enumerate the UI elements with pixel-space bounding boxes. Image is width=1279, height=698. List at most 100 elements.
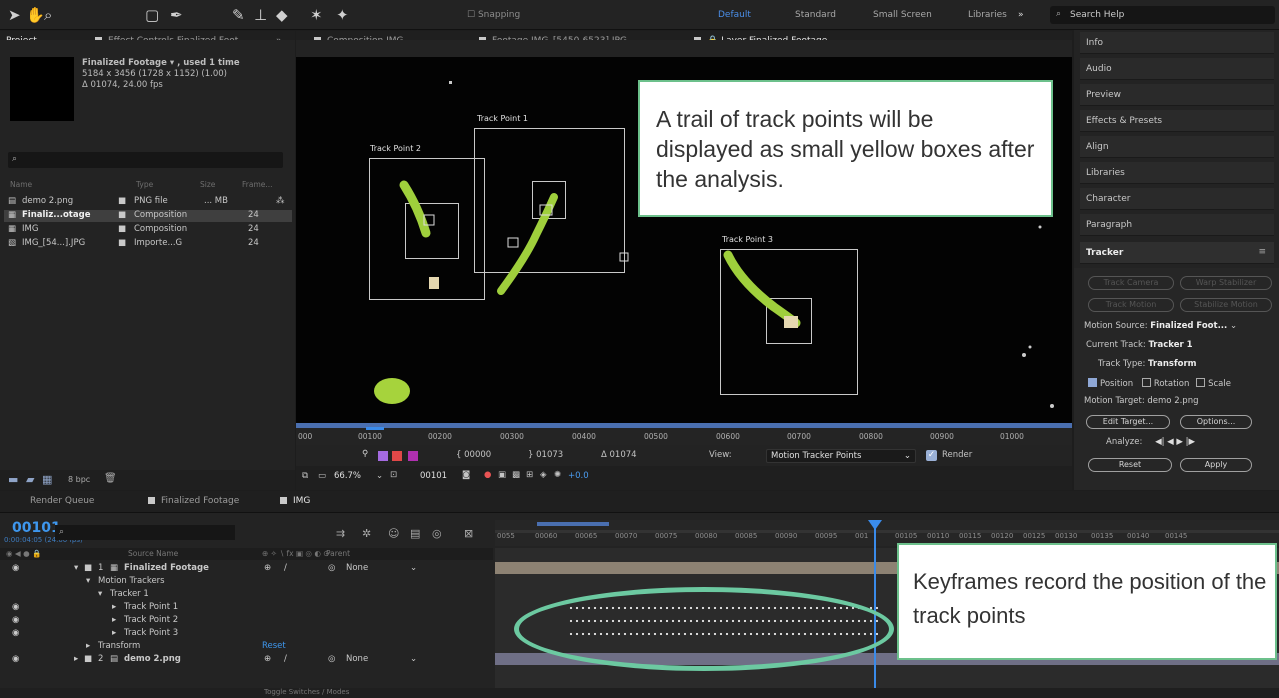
tab-img[interactable]: IMG xyxy=(280,496,310,506)
panel-effects-presets[interactable]: Effects & Presets xyxy=(1080,110,1274,132)
panel-character[interactable]: Character xyxy=(1080,188,1274,210)
interpret-footage-icon[interactable]: ▬ xyxy=(8,473,18,486)
workspace-standard[interactable]: Standard xyxy=(795,10,836,20)
exposure-value[interactable]: +0.0 xyxy=(568,471,589,481)
channel-icon[interactable]: ● xyxy=(484,470,491,480)
project-item[interactable]: ▦ Finaliz...otage ■ Composition 24 xyxy=(4,210,292,222)
timeline-timecode[interactable]: 00101 xyxy=(12,520,61,536)
visibility-eye-icon[interactable]: ◉ xyxy=(12,563,19,573)
draft-3d-icon[interactable]: ✲ xyxy=(362,527,371,540)
tab-render-queue[interactable]: Render Queue xyxy=(30,496,94,506)
pickwhip-icon[interactable]: ◎ xyxy=(328,563,335,573)
col-source-name[interactable]: Source Name xyxy=(128,549,178,558)
render-checkbox[interactable]: ✓ xyxy=(926,450,937,461)
expand-arrow-icon[interactable]: ▸ xyxy=(112,628,116,638)
chevron-down-icon[interactable]: ⌄ xyxy=(410,654,417,664)
expand-arrow-icon[interactable]: ▸ xyxy=(112,615,116,625)
col-size[interactable]: Size xyxy=(200,180,215,189)
clone-stamp-tool-icon[interactable]: ⊥ xyxy=(254,6,267,24)
panel-paragraph[interactable]: Paragraph xyxy=(1080,214,1274,236)
zoom-dropdown[interactable]: 66.7% xyxy=(334,471,361,481)
layer-row[interactable]: ◉ ▾ ■ 1 ▦ Finalized Footage ⊕ / ◎ None ⌄ xyxy=(0,563,493,575)
visibility-eye-icon[interactable]: ◉ xyxy=(12,654,19,664)
layer-time-ruler[interactable]: 000 00100 00200 00300 00400 00500 00600 … xyxy=(296,423,1072,445)
pen-tool-icon[interactable]: ✒ xyxy=(170,6,183,24)
snapshot-icon[interactable]: ◙ xyxy=(462,470,470,480)
current-frame-field[interactable]: 00101 xyxy=(420,471,447,481)
col-frame-rate[interactable]: Frame... xyxy=(242,180,273,189)
panel-preview[interactable]: Preview xyxy=(1080,84,1274,106)
pin-tool-icon[interactable]: ✦ xyxy=(336,6,349,24)
set-in-point-icon[interactable]: ⚲ xyxy=(362,449,368,459)
expand-arrow-icon[interactable]: ▸ xyxy=(86,641,90,651)
frame-blending-icon[interactable]: ▤ xyxy=(410,527,420,540)
expand-arrow-icon[interactable]: ▾ xyxy=(86,576,90,586)
tab-finalized-footage[interactable]: Finalized Footage xyxy=(148,496,239,506)
layer-row[interactable]: ▾ Motion Trackers xyxy=(0,576,493,588)
project-item[interactable]: ▤ demo 2.png ■ PNG file ... MB ⁂ xyxy=(4,196,292,208)
zoom-tool-icon[interactable]: ⌕ xyxy=(44,6,52,24)
transform-reset-link[interactable]: Reset xyxy=(262,641,286,651)
new-folder-icon[interactable]: ▰ xyxy=(26,473,34,486)
col-type[interactable]: Type xyxy=(136,180,153,189)
layer-row[interactable]: ▸ Transform Reset xyxy=(0,641,493,653)
col-name[interactable]: Name xyxy=(10,180,32,189)
snapping-toggle[interactable]: ☐ Snapping xyxy=(467,10,520,20)
edit-target-button[interactable]: Edit Target... xyxy=(1086,415,1170,429)
view-dropdown[interactable]: Motion Tracker Points ⌄ xyxy=(766,449,916,463)
options-button[interactable]: Options... xyxy=(1180,415,1252,429)
expand-arrow-icon[interactable]: ▾ xyxy=(74,563,78,573)
expand-arrow-icon[interactable]: ▸ xyxy=(74,654,78,664)
workspace-small-screen[interactable]: Small Screen xyxy=(873,10,932,20)
panel-tracker-header[interactable]: Tracker ≡ xyxy=(1080,242,1274,264)
out-point-label[interactable]: } 01073 xyxy=(528,450,563,460)
workspace-default[interactable]: Default xyxy=(718,10,751,20)
exposure-icon[interactable]: ✺ xyxy=(554,470,561,480)
new-composition-icon[interactable]: ▦ xyxy=(42,473,52,486)
current-time-marker[interactable] xyxy=(366,427,384,430)
visibility-eye-icon[interactable]: ◉ xyxy=(12,602,19,612)
track-motion-button[interactable]: Track Motion xyxy=(1088,298,1174,312)
hand-tool-icon[interactable]: ✋ xyxy=(26,6,45,24)
visibility-eye-icon[interactable]: ◉ xyxy=(12,615,19,625)
graph-editor-icon[interactable]: ⊠ xyxy=(464,527,473,540)
motion-source-dropdown[interactable]: Finalized Foot... xyxy=(1150,321,1227,331)
work-area-bar[interactable] xyxy=(296,423,1072,428)
layer-row[interactable]: ◉ ▸ Track Point 2 xyxy=(0,615,493,627)
project-item[interactable]: ▧ IMG_[54...].JPG ■ Importe...G 24 xyxy=(4,238,292,250)
scale-checkbox[interactable]: Scale xyxy=(1196,378,1231,389)
apply-button[interactable]: Apply xyxy=(1180,458,1252,472)
menu-icon[interactable]: ≡ xyxy=(1258,247,1266,257)
motion-blur-icon[interactable]: ◎ xyxy=(432,527,442,540)
warp-stabilizer-button[interactable]: Warp Stabilizer xyxy=(1180,276,1272,290)
chevron-down-icon[interactable]: ⌄ xyxy=(376,471,383,481)
panel-libraries[interactable]: Libraries xyxy=(1080,162,1274,184)
parent-dropdown[interactable]: None xyxy=(346,654,368,664)
col-parent[interactable]: Parent xyxy=(326,549,350,558)
layer-row[interactable]: ▾ Tracker 1 xyxy=(0,589,493,601)
in-point-label[interactable]: { 00000 xyxy=(456,450,491,460)
region-icon[interactable]: ▣ xyxy=(498,470,506,480)
expand-arrow-icon[interactable]: ▾ xyxy=(98,589,102,599)
expand-arrow-icon[interactable]: ▸ xyxy=(112,602,116,612)
project-item[interactable]: ▦ IMG ■ Composition 24 xyxy=(4,224,292,236)
pickwhip-icon[interactable]: ◎ xyxy=(328,654,335,664)
track-camera-button[interactable]: Track Camera xyxy=(1088,276,1174,290)
anchor-icon[interactable]: ⊕ xyxy=(264,563,271,573)
analyze-buttons[interactable]: ◀| ◀ ▶ |▶ xyxy=(1155,437,1195,447)
panel-audio[interactable]: Audio xyxy=(1080,58,1274,80)
transparency-grid-icon[interactable]: ▩ xyxy=(512,470,520,480)
shy-icon[interactable]: ☺ xyxy=(388,527,399,540)
selection-tool-icon[interactable]: ➤ xyxy=(8,6,21,24)
position-checkbox[interactable]: Position xyxy=(1088,378,1133,389)
camera-icon[interactable]: ◈ xyxy=(540,470,547,480)
timeline-search-input[interactable]: ⌕ xyxy=(55,525,235,540)
search-help-field[interactable]: ⌕ Search Help xyxy=(1050,6,1275,24)
track-type-dropdown[interactable]: Transform xyxy=(1148,359,1197,369)
bpc-label[interactable]: 8 bpc xyxy=(68,475,90,484)
layer-row[interactable]: ◉ ▸ ■ 2 ▤ demo 2.png ⊕ / ◎ None ⌄ xyxy=(0,654,493,666)
rotation-checkbox[interactable]: Rotation xyxy=(1141,378,1189,389)
brush-tool-icon[interactable]: ✎ xyxy=(232,6,245,24)
workspace-libraries[interactable]: Libraries xyxy=(968,10,1007,20)
workspace-overflow[interactable]: » xyxy=(1018,10,1024,20)
